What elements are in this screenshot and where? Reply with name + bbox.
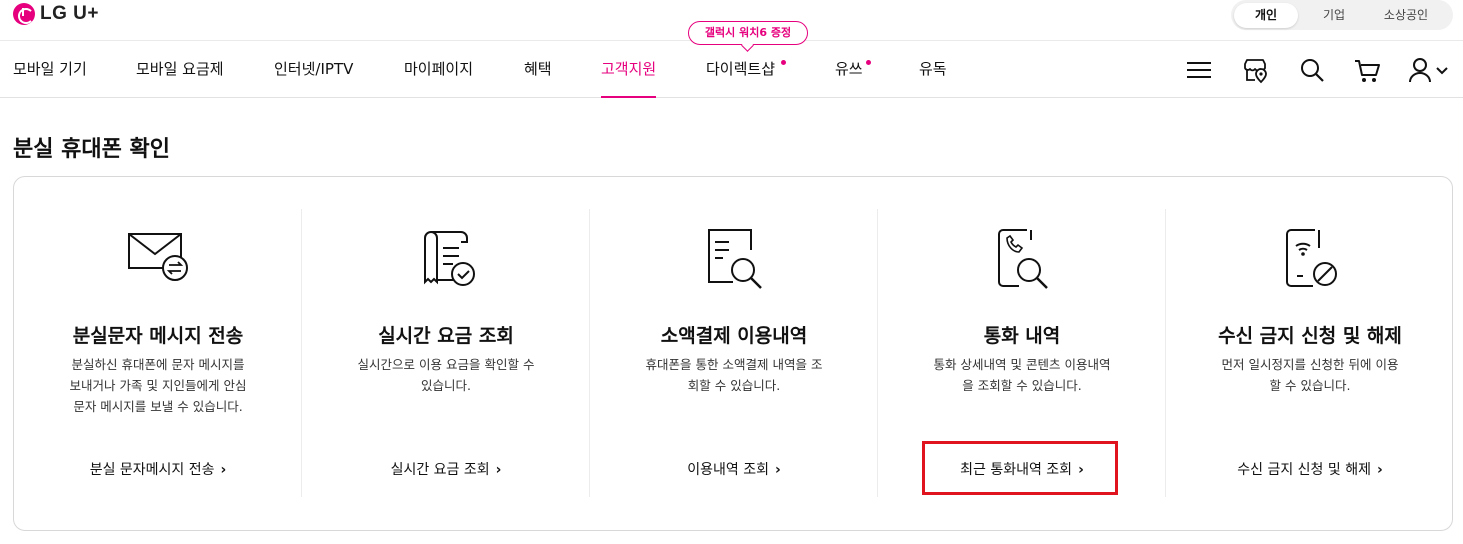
search-icon[interactable] — [1298, 56, 1326, 84]
nav-youth[interactable]: 유쓰 — [835, 41, 863, 98]
lost-phone-services-panel: 분실문자 메시지 전송 분실하신 휴대폰에 문자 메시지를 보내거나 가족 및 지… — [13, 176, 1453, 531]
card-title: 수신 금지 신청 및 해제 — [1218, 325, 1402, 347]
lg-logo-icon — [13, 3, 35, 25]
realtime-bill-link[interactable]: 실시간 요금 조회 › — [302, 459, 590, 479]
chevron-right-icon: › — [495, 462, 502, 478]
document-search-icon — [708, 229, 762, 289]
nav-mobile-devices[interactable]: 모바일 기기 — [13, 41, 87, 98]
cart-icon[interactable] — [1353, 56, 1381, 84]
nav-benefits[interactable]: 혜택 — [524, 41, 552, 98]
service-card: 소액결제 이용내역 휴대폰을 통한 소액결제 내역을 조 회할 수 있습니다. 이… — [590, 209, 878, 497]
phone-call-search-icon — [998, 229, 1048, 289]
block-incoming-link[interactable]: 수신 금지 신청 및 해제 › — [1166, 459, 1454, 479]
micropayment-history-link[interactable]: 이용내역 조회 › — [590, 459, 878, 479]
nav-mypage[interactable]: 마이페이지 — [404, 41, 473, 98]
card-title: 실시간 요금 조회 — [378, 325, 514, 347]
nav-mobile-plans[interactable]: 모바일 요금제 — [136, 41, 224, 98]
mail-exchange-icon — [128, 233, 188, 281]
user-icon[interactable] — [1408, 56, 1448, 84]
card-description: 휴대폰을 통한 소액결제 내역을 조 회할 수 있습니다. — [645, 357, 823, 393]
service-card: 실시간 요금 조회 실시간으로 이용 요금을 확인할 수 있습니다. 실시간 요금… — [302, 209, 590, 497]
service-card: 분실문자 메시지 전송 분실하신 휴대폰에 문자 메시지를 보내거나 가족 및 지… — [14, 209, 302, 497]
nav-direct-shop[interactable]: 다이렉트샵 — [706, 41, 775, 98]
chevron-right-icon: › — [774, 462, 781, 478]
card-description: 분실하신 휴대폰에 문자 메시지를 보내거나 가족 및 지인들에게 안심 문자 메시… — [69, 357, 247, 414]
promo-badge[interactable]: 갤럭시 워치6 증정 — [688, 21, 808, 45]
service-card: 수신 금지 신청 및 해제 먼저 일시정지를 신청한 뒤에 이용 할 수 있습니다… — [1166, 209, 1454, 497]
brand-name: LG U+ — [40, 3, 99, 24]
menu-icon[interactable] — [1185, 56, 1213, 84]
nav-internet-iptv[interactable]: 인터넷/IPTV — [274, 41, 353, 98]
segment-business[interactable]: 기업 — [1298, 3, 1370, 28]
segment-personal[interactable]: 개인 — [1234, 2, 1298, 28]
receipt-check-icon — [424, 231, 475, 286]
send-lost-sms-link[interactable]: 분실 문자메시지 전송 › — [14, 459, 302, 479]
card-description: 실시간으로 이용 요금을 확인할 수 있습니다. — [357, 357, 535, 393]
nav-customer-support[interactable]: 고객지원 — [601, 41, 657, 98]
card-description: 먼저 일시정지를 신청한 뒤에 이용 할 수 있습니다. — [1221, 357, 1399, 393]
card-description: 통화 상세내역 및 콘텐츠 이용내역 을 조회할 수 있습니다. — [933, 357, 1111, 393]
new-indicator-dot — [781, 60, 786, 65]
new-indicator-dot — [866, 60, 871, 65]
highlight-box — [922, 441, 1118, 495]
card-title: 분실문자 메시지 전송 — [72, 325, 244, 347]
store-map-icon[interactable] — [1241, 56, 1269, 84]
segment-small-business[interactable]: 소상공인 — [1370, 3, 1442, 28]
lgu-logo[interactable]: LG U+ — [13, 3, 99, 25]
phone-block-icon — [1286, 229, 1337, 287]
page-title: 분실 휴대폰 확인 — [13, 137, 170, 162]
nav-yudok[interactable]: 유독 — [919, 41, 947, 98]
card-title: 소액결제 이용내역 — [660, 325, 808, 347]
customer-type-switch: 개인 기업 소상공인 — [1231, 0, 1453, 30]
chevron-down-icon — [1436, 67, 1448, 75]
card-title: 통화 내역 — [983, 325, 1061, 347]
chevron-right-icon: › — [1376, 462, 1383, 478]
chevron-right-icon: › — [220, 462, 227, 478]
